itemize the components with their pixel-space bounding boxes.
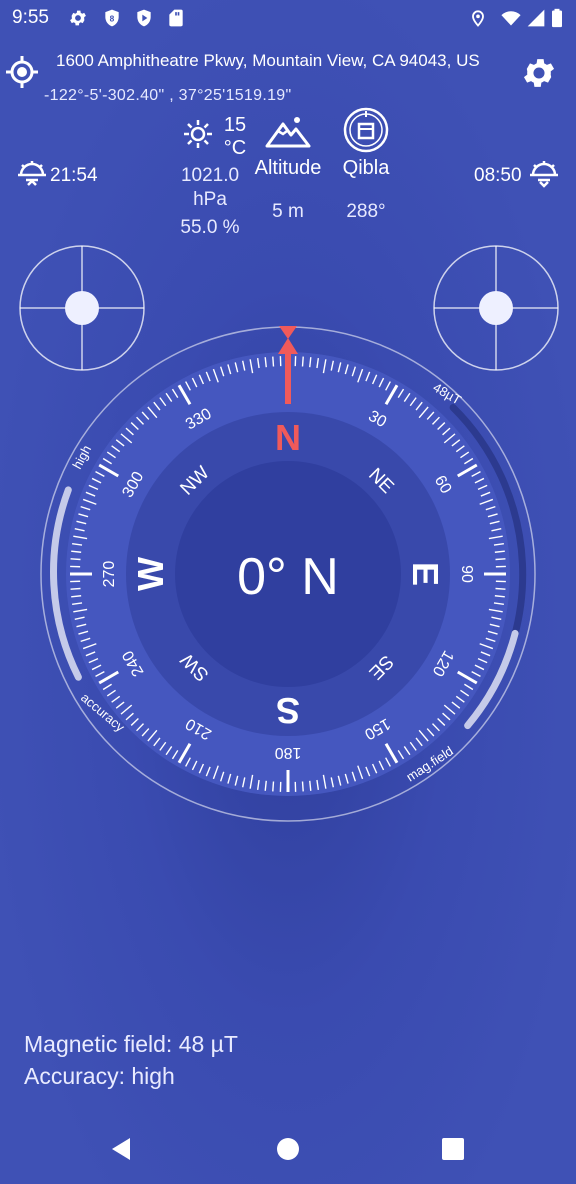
my-location-icon[interactable] bbox=[4, 54, 40, 90]
home-icon[interactable] bbox=[276, 1137, 300, 1161]
temperature-unit: °C bbox=[223, 137, 247, 159]
sunset-time: 08:50 bbox=[474, 165, 522, 186]
status-time: 9:55 bbox=[12, 7, 49, 28]
qibla-label: Qibla bbox=[342, 157, 390, 179]
sd-card-icon bbox=[169, 9, 183, 27]
label-east: E bbox=[405, 562, 446, 586]
degree-label: 180 bbox=[275, 744, 302, 761]
tick-mark bbox=[70, 558, 81, 561]
mountain-icon bbox=[265, 117, 311, 148]
location-icon bbox=[472, 10, 484, 27]
address-text: 1600 Amphitheatre Pkwy, Mountain View, C… bbox=[56, 51, 480, 70]
settings-icon bbox=[70, 10, 86, 26]
wifi-icon bbox=[501, 11, 521, 26]
mag-field-value-label: 48µT bbox=[431, 380, 464, 408]
sunrise-icon bbox=[18, 161, 46, 186]
svg-text:8: 8 bbox=[110, 13, 115, 23]
heading-text: 0° N bbox=[237, 548, 339, 606]
qibla-icon[interactable] bbox=[342, 106, 390, 154]
qibla-value: 288° bbox=[346, 201, 386, 222]
degree-label: 270 bbox=[101, 561, 118, 588]
tick-mark bbox=[301, 781, 304, 792]
tick-mark bbox=[495, 587, 506, 590]
label-north: N bbox=[275, 417, 301, 458]
label-south: S bbox=[276, 690, 300, 731]
compass-dial: 306090120150180210240270300330 48µT mag.… bbox=[40, 326, 536, 822]
humidity-value: 55.0 % bbox=[180, 217, 240, 238]
tick-mark bbox=[70, 587, 81, 590]
signal-icon bbox=[527, 9, 545, 27]
pressure-value: 1021.0 bbox=[180, 165, 240, 186]
degree-label: 90 bbox=[458, 565, 475, 583]
altitude-label: Altitude bbox=[254, 157, 322, 179]
gear-icon[interactable] bbox=[520, 54, 558, 92]
recents-icon[interactable] bbox=[442, 1138, 464, 1160]
temperature-value: 15 bbox=[223, 114, 247, 136]
back-icon[interactable] bbox=[108, 1136, 134, 1162]
pressure-unit: hPa bbox=[193, 189, 227, 210]
sunrise-time: 21:54 bbox=[50, 165, 98, 186]
tick-mark bbox=[301, 356, 304, 367]
tick-mark bbox=[495, 558, 506, 561]
battery-icon bbox=[552, 8, 562, 28]
tick-mark bbox=[272, 781, 275, 792]
temperature-block: 15 °C bbox=[222, 114, 248, 160]
coordinates-text: -122°-5'-302.40" , 37°25'1519.19" bbox=[44, 87, 292, 104]
navigation-bar bbox=[0, 1110, 576, 1184]
accuracy-level-label: high bbox=[69, 443, 94, 472]
sun-weather-icon bbox=[184, 120, 212, 148]
sunset-icon bbox=[530, 161, 558, 188]
vpn-badge-icon: 8 bbox=[105, 9, 119, 27]
status-bar: 9:55 8 bbox=[0, 0, 576, 36]
altitude-value: 5 m bbox=[272, 201, 304, 222]
tick-mark bbox=[272, 356, 275, 367]
north-marker-triangle bbox=[279, 326, 297, 339]
accuracy-text: Accuracy: high bbox=[24, 1063, 175, 1089]
play-protect-icon bbox=[137, 9, 151, 27]
label-west: W bbox=[130, 557, 171, 591]
magnetic-field-text: Magnetic field: 48 µT bbox=[24, 1031, 238, 1057]
